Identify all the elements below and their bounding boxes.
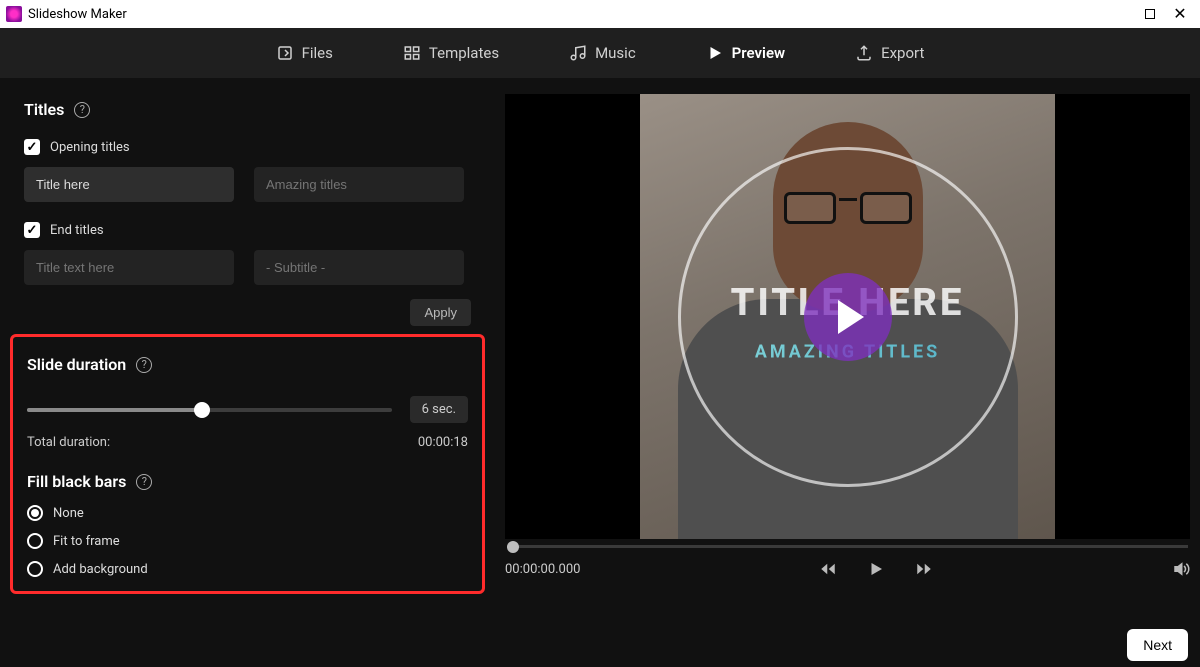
apply-button[interactable]: Apply [410,299,471,326]
radio-add-background[interactable]: Add background [27,561,468,577]
radio-icon [27,533,43,549]
radio-fit-to-frame[interactable]: Fit to frame [27,533,468,549]
end-title-input[interactable] [24,250,234,285]
total-duration-value: 00:00:18 [418,435,468,450]
titles-section-title: Titles [24,100,64,119]
slider-thumb[interactable] [194,402,210,418]
nav-files[interactable]: Files [276,44,333,62]
nav-export-label: Export [881,44,924,62]
nav-music[interactable]: Music [569,44,636,62]
end-titles-checkbox[interactable] [24,222,40,238]
next-button[interactable]: Next [1127,629,1188,661]
opening-title-input[interactable] [24,167,234,202]
play-icon[interactable] [867,560,885,578]
preview-timeline[interactable] [505,539,1190,548]
highlighted-settings-panel: Slide duration ? 6 sec. Total duration: … [10,334,485,594]
slide-duration-value: 6 sec. [410,396,468,423]
opening-titles-checkbox[interactable] [24,139,40,155]
volume-icon[interactable] [1172,560,1190,578]
fill-black-bars-title: Fill black bars [27,472,126,491]
rewind-icon[interactable] [819,560,837,578]
nav-templates[interactable]: Templates [403,44,499,62]
window-title: Slideshow Maker [28,7,127,22]
export-icon [855,44,873,62]
opening-subtitle-input[interactable] [254,167,464,202]
radio-icon [27,561,43,577]
window-maximize-button[interactable] [1142,6,1158,22]
radio-none[interactable]: None [27,505,468,521]
slide-duration-title: Slide duration [27,355,126,374]
top-navigation: Files Templates Music Preview Export [0,28,1200,78]
settings-sidebar: Titles ? Opening titles End titles Apply… [0,78,495,667]
preview-icon [706,44,724,62]
nav-preview[interactable]: Preview [706,44,785,62]
timeline-thumb[interactable] [507,541,519,553]
files-icon [276,44,294,62]
window-titlebar: Slideshow Maker ✕ [0,0,1200,28]
radio-fit-label: Fit to frame [53,534,120,549]
total-duration-label: Total duration: [27,435,110,450]
timecode: 00:00:00.000 [505,562,580,577]
nav-export[interactable]: Export [855,44,924,62]
play-icon [838,300,864,334]
nav-files-label: Files [302,44,333,62]
play-button[interactable] [804,273,892,361]
preview-photo: TITLE HERE AMAZING TITLES [640,94,1055,539]
radio-icon [27,505,43,521]
help-icon[interactable]: ? [136,474,152,490]
preview-area: TITLE HERE AMAZING TITLES 00:00:00.000 N… [495,78,1200,667]
end-subtitle-input[interactable] [254,250,464,285]
forward-icon[interactable] [915,560,933,578]
music-icon [569,44,587,62]
nav-templates-label: Templates [429,44,499,62]
help-icon[interactable]: ? [136,357,152,373]
app-icon [6,6,22,22]
end-titles-label: End titles [50,223,104,238]
preview-canvas: TITLE HERE AMAZING TITLES [505,94,1190,539]
slide-duration-slider[interactable] [27,408,392,412]
radio-addbg-label: Add background [53,562,148,577]
radio-none-label: None [53,506,84,521]
help-icon[interactable]: ? [74,102,90,118]
nav-music-label: Music [595,44,636,62]
nav-preview-label: Preview [732,44,785,62]
templates-icon [403,44,421,62]
opening-titles-label: Opening titles [50,140,130,155]
window-close-button[interactable]: ✕ [1172,6,1188,22]
